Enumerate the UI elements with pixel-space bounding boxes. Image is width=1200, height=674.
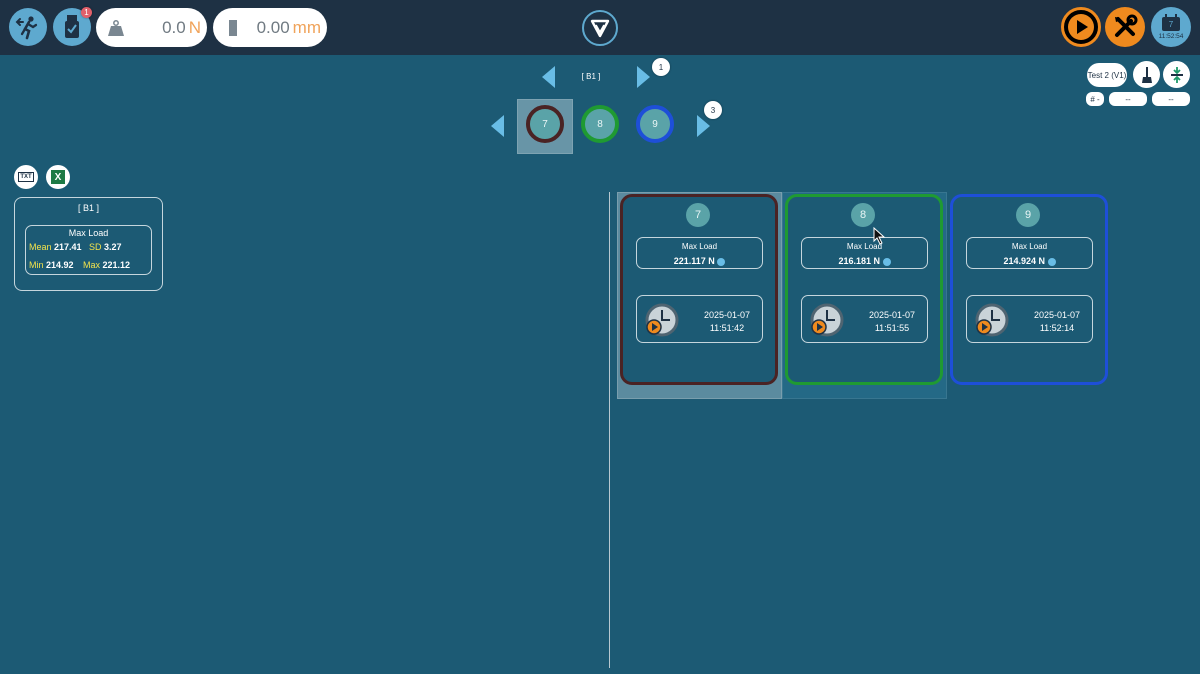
card-timestamp[interactable]: 2025-01-07 11:52:14 bbox=[966, 295, 1093, 343]
test-select-button[interactable]: Test 2 (V1) bbox=[1087, 63, 1127, 87]
zero-extension-button[interactable] bbox=[1163, 61, 1190, 88]
next-batch-arrow[interactable] bbox=[637, 66, 650, 88]
info-icon[interactable] bbox=[717, 257, 726, 266]
card-number: 8 bbox=[851, 203, 875, 227]
force-unit: N bbox=[188, 18, 201, 37]
tools-icon bbox=[1115, 14, 1138, 37]
replay-clock-icon[interactable] bbox=[644, 302, 680, 338]
next-specimens-arrow[interactable] bbox=[697, 115, 710, 137]
clock-time: 11:52:54 bbox=[1158, 33, 1184, 40]
summary-min: 214.92 bbox=[46, 260, 74, 270]
specimen-card-7[interactable]: 7 Max Load 221.117 N 2025-01-07 11:51:42 bbox=[620, 194, 778, 385]
card-time: 11:52:14 bbox=[1039, 323, 1075, 333]
card-timestamp[interactable]: 2025-01-07 11:51:42 bbox=[636, 295, 763, 343]
mouse-cursor-icon bbox=[873, 227, 886, 245]
specimen-card-8[interactable]: 8 Max Load 216.181 N 2025-01-07 11:51:55 bbox=[785, 194, 943, 385]
calendar-day: 7 bbox=[1168, 20, 1174, 29]
weight-icon bbox=[108, 20, 124, 36]
card-max-load: Max Load 221.117 N bbox=[636, 237, 763, 269]
export-excel-button[interactable]: X bbox=[46, 165, 70, 189]
card-max-load: Max Load 216.181 N bbox=[801, 237, 928, 269]
summary-sd-row: SD 3.27 bbox=[89, 242, 122, 252]
replay-clock-icon[interactable] bbox=[974, 302, 1010, 338]
card-time: 11:51:42 bbox=[709, 323, 745, 333]
specimen-selector-9[interactable]: 9 bbox=[636, 105, 674, 143]
align-center-icon bbox=[1170, 66, 1183, 83]
batch-label: [ B1 ] bbox=[581, 72, 601, 81]
summary-title: Max Load bbox=[68, 228, 109, 238]
summary-sd: 3.27 bbox=[104, 242, 122, 252]
summary-mean: 217.41 bbox=[54, 242, 82, 252]
tools-button[interactable] bbox=[1105, 7, 1145, 47]
top-bar: 1 0.0 N 0.00 mm 7 11:52:54 bbox=[0, 0, 1200, 55]
logo-icon bbox=[590, 19, 610, 38]
card-date: 2025-01-07 bbox=[703, 310, 751, 320]
specimen-selector-8[interactable]: 8 bbox=[581, 105, 619, 143]
summary-max: 221.12 bbox=[102, 260, 131, 270]
usb-icon bbox=[65, 15, 79, 38]
app-logo bbox=[582, 10, 618, 46]
summary-max-load: Max Load Mean 217.41 SD 3.27 Min 214.92 … bbox=[25, 225, 152, 275]
card-date: 2025-01-07 bbox=[1033, 310, 1081, 320]
card-time: 11:51:55 bbox=[874, 323, 910, 333]
summary-max-row: Max 221.12 bbox=[83, 260, 131, 270]
summary-mean-row: Mean 217.41 bbox=[29, 242, 82, 252]
card-max-load-value: 216.181 N bbox=[838, 256, 881, 266]
card-number: 7 bbox=[686, 203, 710, 227]
prev-batch-arrow[interactable] bbox=[542, 66, 555, 88]
brush-icon bbox=[1141, 66, 1152, 83]
card-timestamp[interactable]: 2025-01-07 11:51:55 bbox=[801, 295, 928, 343]
extension-readout: 0.00 mm bbox=[213, 8, 327, 47]
force-value: 0.0 bbox=[162, 18, 186, 37]
right-field-1[interactable]: -- bbox=[1109, 92, 1147, 106]
specimen-count-badge: 3 bbox=[704, 101, 722, 119]
specimen-card-9[interactable]: 9 Max Load 214.924 N 2025-01-07 11:52:14 bbox=[950, 194, 1108, 385]
batch-summary: [ B1 ] Max Load Mean 217.41 SD 3.27 Min … bbox=[14, 197, 163, 291]
excel-icon: X bbox=[51, 170, 65, 184]
card-max-load: Max Load 214.924 N bbox=[966, 237, 1093, 269]
exit-icon bbox=[15, 16, 38, 40]
usb-badge: 1 bbox=[81, 7, 92, 18]
card-max-load-value: 214.924 N bbox=[1003, 256, 1046, 266]
summary-batch-label: [ B1 ] bbox=[77, 203, 99, 213]
card-number: 9 bbox=[1016, 203, 1040, 227]
specimen-selector-7[interactable]: 7 bbox=[526, 105, 564, 143]
play-icon bbox=[1068, 14, 1094, 40]
extension-unit: mm bbox=[292, 18, 321, 37]
force-readout: 0.0 N bbox=[96, 8, 207, 47]
start-test-button[interactable] bbox=[1061, 7, 1101, 47]
info-icon[interactable] bbox=[882, 257, 891, 266]
prev-specimens-arrow[interactable] bbox=[491, 115, 504, 137]
info-icon[interactable] bbox=[1047, 257, 1056, 266]
txt-icon: TXT bbox=[18, 172, 34, 182]
hash-field[interactable]: # - bbox=[1086, 92, 1104, 106]
replay-clock-icon[interactable] bbox=[809, 302, 845, 338]
card-date: 2025-01-07 bbox=[868, 310, 916, 320]
exit-button[interactable] bbox=[9, 8, 47, 46]
right-field-2[interactable]: -- bbox=[1152, 92, 1190, 106]
brush-button[interactable] bbox=[1133, 61, 1160, 88]
export-txt-button[interactable]: TXT bbox=[14, 165, 38, 189]
calendar-button[interactable]: 7 11:52:54 bbox=[1151, 7, 1191, 47]
extension-icon bbox=[229, 20, 237, 36]
card-max-load-value: 221.117 N bbox=[673, 256, 715, 266]
batch-count-badge: 1 bbox=[652, 58, 670, 76]
extension-value: 0.00 bbox=[256, 18, 290, 37]
panel-divider bbox=[609, 192, 610, 668]
summary-min-row: Min 214.92 bbox=[29, 260, 74, 270]
